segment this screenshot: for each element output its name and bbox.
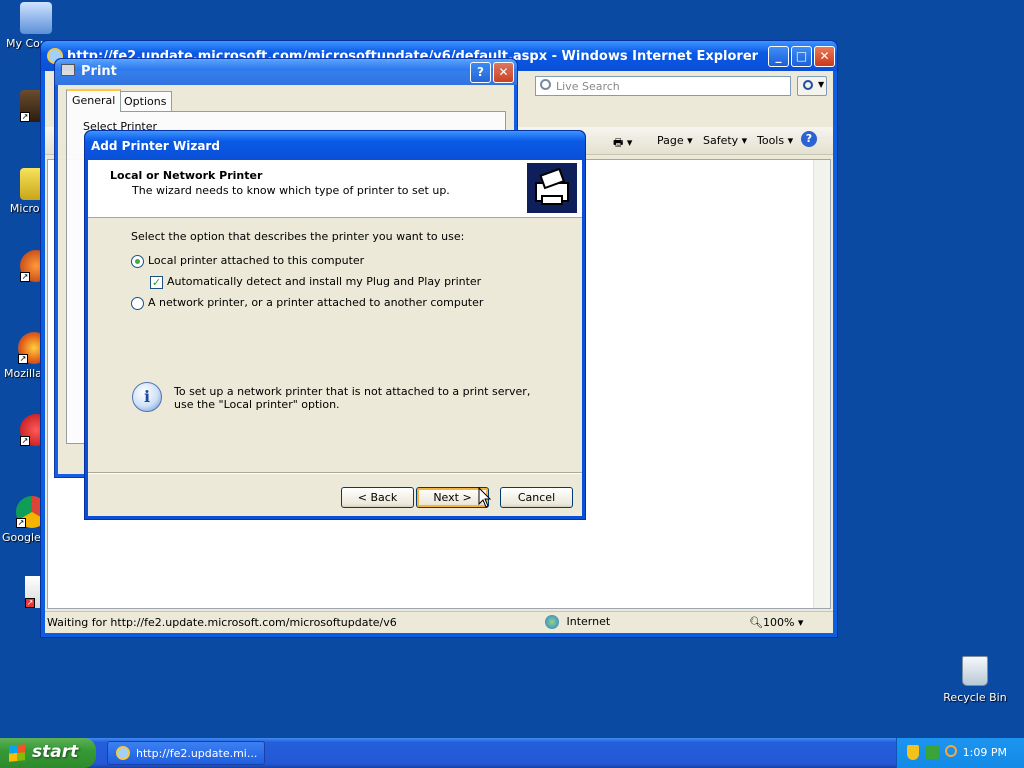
taskbar-item-label: http://fe2.update.mi... xyxy=(136,747,258,760)
search-placeholder: Live Search xyxy=(556,80,620,93)
printer-icon xyxy=(527,163,577,213)
info-icon: i xyxy=(132,382,162,412)
desktop-icon-recycle-bin[interactable]: Recycle Bin xyxy=(942,656,1008,704)
safety-menu-label: Safety xyxy=(703,134,739,147)
chevron-down-icon: ▼ xyxy=(818,80,825,89)
print-close-button[interactable]: ✕ xyxy=(493,62,514,83)
option-autodetect-label: Automatically detect and install my Plug… xyxy=(167,275,482,288)
search-go-icon xyxy=(803,80,813,90)
back-button[interactable]: < Back xyxy=(341,487,414,508)
tab-general[interactable]: General xyxy=(66,89,122,112)
wizard-body: Local or Network Printer The wizard need… xyxy=(88,160,582,516)
add-printer-wizard: Add Printer Wizard Local or Network Prin… xyxy=(84,130,586,520)
ie-status-bar: Waiting for http://fe2.update.microsoft.… xyxy=(45,611,833,633)
wizard-divider xyxy=(88,472,582,474)
safety-menu[interactable]: Safety ▾ xyxy=(703,134,747,147)
radio-network[interactable] xyxy=(131,296,144,310)
option-autodetect[interactable]: ✓ Automatically detect and install my Plu… xyxy=(150,275,481,289)
zoom-control[interactable]: 🔍︎100% ▾ xyxy=(749,616,803,629)
maximize-button[interactable]: □ xyxy=(791,46,812,67)
print-title-text: Print xyxy=(81,64,117,79)
clock[interactable]: 1:09 PM xyxy=(963,746,1007,759)
computer-icon xyxy=(20,2,52,34)
zoom-label: 100% xyxy=(762,616,795,629)
printer-icon xyxy=(61,64,75,76)
info-line-2: use the "Local printer" option. xyxy=(174,398,340,411)
tools-menu-label: Tools xyxy=(757,134,785,147)
taskbar-item-ie[interactable]: http://fe2.update.mi... xyxy=(107,741,265,765)
tab-options[interactable]: Options xyxy=(118,91,173,111)
security-zone: Internet xyxy=(545,615,610,629)
cancel-button[interactable]: Cancel xyxy=(500,487,573,508)
page-menu[interactable]: Page ▾ xyxy=(657,134,693,147)
start-button[interactable]: start xyxy=(0,738,96,768)
vertical-scrollbar[interactable] xyxy=(813,160,830,608)
status-text: Waiting for http://fe2.update.microsoft.… xyxy=(47,616,397,629)
ie-icon xyxy=(116,746,130,760)
globe-icon xyxy=(545,615,559,629)
option-local-printer[interactable]: Local printer attached to this computer xyxy=(131,254,364,268)
mouse-cursor-icon xyxy=(478,487,492,508)
network-icon[interactable] xyxy=(925,745,939,759)
windows-logo-icon xyxy=(9,744,25,762)
magnifier-icon: 🔍︎ xyxy=(749,616,763,629)
recycle-bin-label: Recycle Bin xyxy=(943,691,1007,704)
option-network-printer[interactable]: A network printer, or a printer attached… xyxy=(131,296,483,310)
option-network-label: A network printer, or a printer attached… xyxy=(148,296,484,309)
recycle-bin-icon xyxy=(962,656,988,686)
tools-menu[interactable]: Tools ▾ xyxy=(757,134,793,147)
close-button[interactable]: ✕ xyxy=(814,46,835,67)
wizard-header-title: Local or Network Printer xyxy=(110,169,263,182)
print-icon[interactable]: 🖶 ▾ xyxy=(613,134,632,153)
taskbar: start http://fe2.update.mi... 1:09 PM xyxy=(0,738,1024,768)
info-line-1: To set up a network printer that is not … xyxy=(174,385,531,398)
checkbox-autodetect[interactable]: ✓ xyxy=(150,275,163,289)
wizard-title-bar[interactable]: Add Printer Wizard xyxy=(85,131,585,160)
system-tray: 1:09 PM xyxy=(896,738,1024,768)
security-shield-icon[interactable] xyxy=(907,745,919,760)
search-button[interactable]: ▼ xyxy=(797,76,827,96)
print-title-bar[interactable]: Print xyxy=(55,59,517,85)
page-menu-label: Page xyxy=(657,134,684,147)
search-icon xyxy=(540,79,551,90)
minimize-button[interactable]: _ xyxy=(768,46,789,67)
zone-label: Internet xyxy=(566,615,611,628)
option-local-label: Local printer attached to this computer xyxy=(148,254,365,267)
wizard-header: Local or Network Printer The wizard need… xyxy=(88,160,582,218)
search-icon[interactable] xyxy=(945,745,957,757)
wizard-prompt: Select the option that describes the pri… xyxy=(131,230,465,243)
radio-local[interactable] xyxy=(131,254,144,268)
search-input[interactable]: Live Search xyxy=(535,76,791,96)
info-text: To set up a network printer that is not … xyxy=(174,385,530,411)
wizard-header-subtitle: The wizard needs to know which type of p… xyxy=(132,184,450,197)
help-icon[interactable]: ? xyxy=(801,131,817,147)
start-label: start xyxy=(32,742,79,762)
help-button[interactable]: ? xyxy=(470,62,491,83)
